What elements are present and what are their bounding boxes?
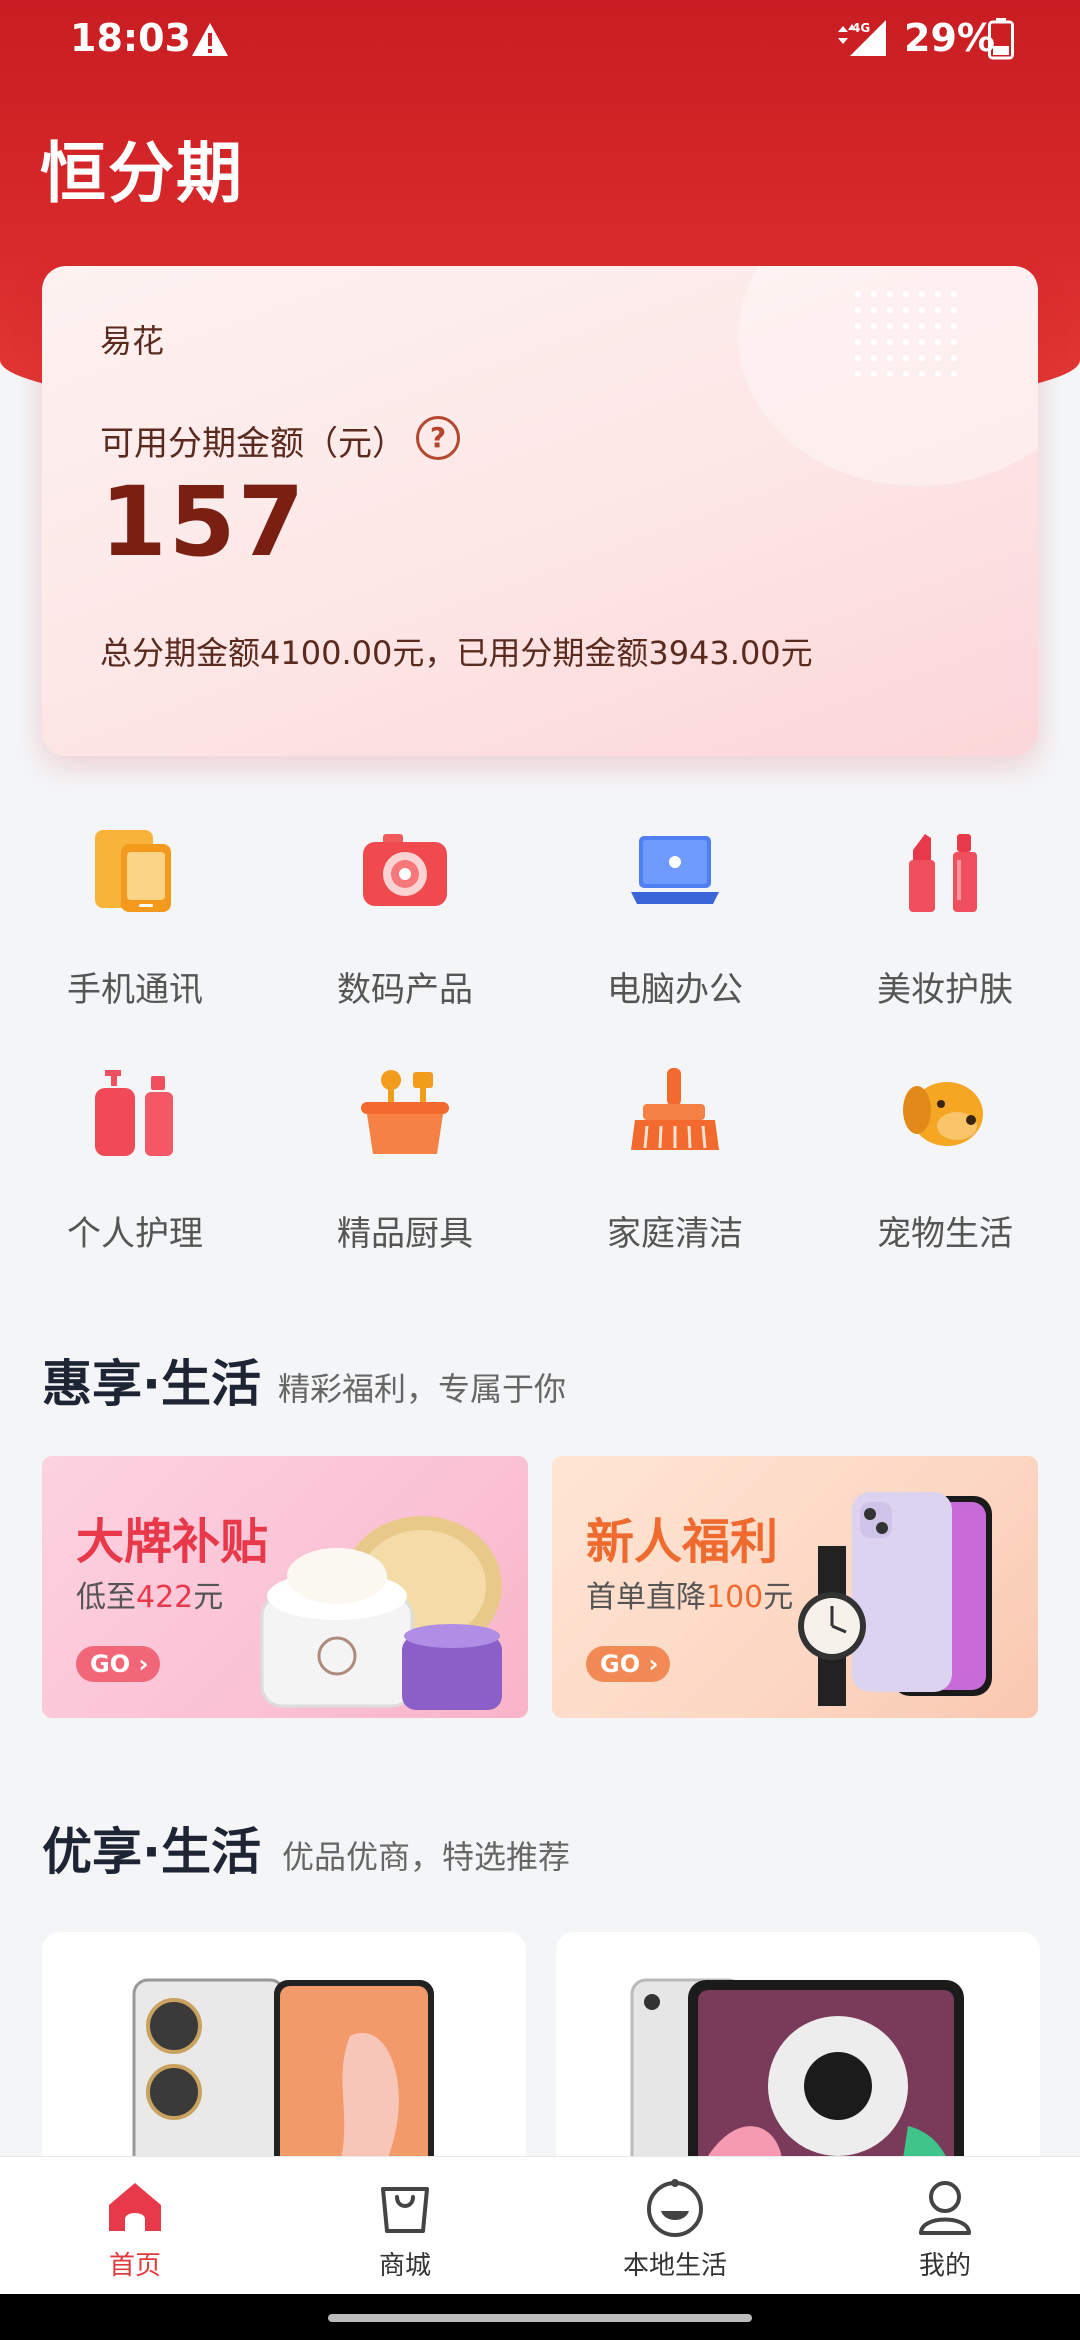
category-label: 个人护理 — [67, 1214, 203, 1254]
category-digital[interactable]: 数码产品 — [270, 820, 540, 1020]
total-amount-text: 总分期金额4100.00元，已用分期金额3943.00元 — [100, 634, 813, 672]
promo-subtitle: 低至422元 — [76, 1580, 224, 1615]
broom-icon — [631, 1068, 719, 1150]
promo-go-button[interactable]: GO › — [76, 1646, 160, 1682]
promo-go-button[interactable]: GO › — [586, 1646, 670, 1682]
system-nav-bar — [0, 2294, 1080, 2340]
phone-watch-image — [798, 1492, 992, 1706]
category-phone[interactable]: 手机通讯 — [0, 820, 270, 1020]
lipstick-icon — [909, 834, 977, 912]
tab-mine[interactable]: 我的 — [810, 2157, 1080, 2295]
smile-icon — [647, 2179, 703, 2237]
product-card[interactable] — [556, 1932, 1040, 2192]
promo-title: 新人福利 — [586, 1514, 779, 1570]
camera-icon — [363, 834, 447, 906]
dog-icon — [903, 1082, 983, 1146]
card-dots-decoration — [850, 286, 960, 376]
person-icon — [919, 2181, 971, 2235]
product-card[interactable] — [42, 1932, 526, 2192]
tab-local-life[interactable]: 本地生活 — [540, 2157, 810, 2295]
battery-icon — [988, 18, 1014, 60]
tab-label: 我的 — [918, 2251, 971, 2281]
laptop-icon — [631, 836, 719, 904]
section-title-picks: 优享·生活 — [42, 1823, 261, 1881]
category-cleaning[interactable]: 家庭清洁 — [540, 1064, 810, 1264]
bottom-tab-bar: 首页 商城 本地生活 我的 — [0, 2156, 1080, 2294]
lotion-icon — [95, 1070, 173, 1156]
status-bar: 18:03 4G 29% — [0, 0, 1080, 80]
tab-mall[interactable]: 商城 — [270, 2157, 540, 2295]
category-label: 宠物生活 — [877, 1214, 1013, 1254]
category-label: 电脑办公 — [607, 970, 743, 1010]
category-personal-care[interactable]: 个人护理 — [0, 1064, 270, 1264]
tab-home[interactable]: 首页 — [0, 2157, 270, 2295]
category-pet[interactable]: 宠物生活 — [810, 1064, 1080, 1264]
promo-newcomer[interactable]: 新人福利 首单直降100元 GO › — [552, 1456, 1038, 1718]
category-kitchen[interactable]: 精品厨具 — [270, 1064, 540, 1264]
cosmetics-image — [260, 1516, 502, 1710]
promo-brand-subsidy[interactable]: 大牌补贴 低至422元 GO › — [42, 1456, 528, 1718]
kitchen-icon — [361, 1070, 449, 1154]
category-beauty[interactable]: 美妆护肤 — [810, 820, 1080, 1020]
promo-subtitle: 首单直降100元 — [586, 1580, 794, 1615]
tab-label: 商城 — [378, 2251, 431, 2281]
section-subtitle-deals: 精彩福利，专属于你 — [278, 1370, 567, 1408]
category-label: 手机通讯 — [67, 970, 203, 1010]
app-logo: 恒分期 — [40, 135, 244, 212]
category-label: 数码产品 — [337, 970, 473, 1010]
tab-label: 本地生活 — [622, 2251, 727, 2281]
svg-text:4G: 4G — [852, 21, 870, 35]
available-amount-label: 可用分期金额（元） — [100, 424, 406, 464]
home-gesture-handle[interactable] — [328, 2314, 752, 2322]
section-title-deals: 惠享·生活 — [42, 1355, 261, 1413]
category-label: 精品厨具 — [337, 1214, 473, 1254]
help-icon[interactable]: ? — [416, 416, 460, 460]
category-label: 家庭清洁 — [607, 1214, 743, 1254]
available-amount: 157 — [100, 466, 307, 578]
warning-icon — [192, 23, 228, 56]
phone-icon — [95, 830, 171, 912]
section-subtitle-picks: 优品优商，特选推荐 — [282, 1838, 571, 1876]
category-computer[interactable]: 电脑办公 — [540, 820, 810, 1020]
status-time: 18:03 — [70, 16, 191, 60]
category-label: 美妆护肤 — [877, 970, 1013, 1010]
credit-card[interactable]: 易花 可用分期金额（元） ? 157 总分期金额4100.00元，已用分期金额3… — [42, 266, 1038, 756]
battery-percent: 29% — [904, 16, 995, 60]
signal-icon: 4G — [838, 20, 886, 56]
card-product-name: 易花 — [100, 322, 165, 360]
shopping-bag-icon — [381, 2187, 429, 2233]
tab-label: 首页 — [108, 2251, 161, 2281]
home-icon — [109, 2183, 161, 2231]
